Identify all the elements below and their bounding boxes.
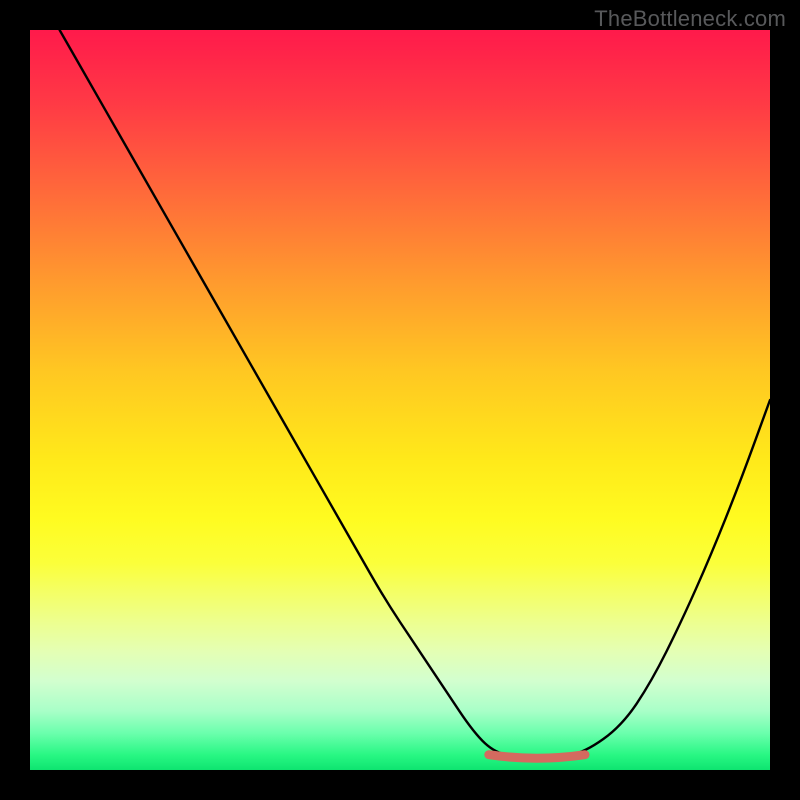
bottleneck-curve <box>60 30 770 758</box>
chart-frame: TheBottleneck.com <box>0 0 800 800</box>
optimal-range-marker <box>489 755 585 759</box>
watermark-text: TheBottleneck.com <box>594 6 786 32</box>
plot-area <box>30 30 770 770</box>
curve-layer <box>30 30 770 770</box>
